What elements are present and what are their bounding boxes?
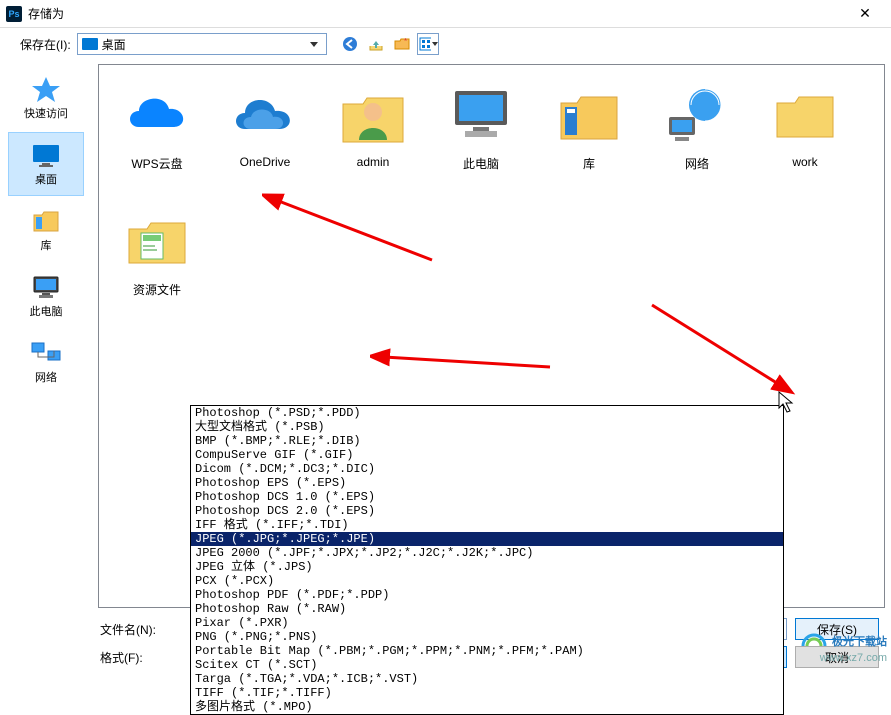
format-option[interactable]: Photoshop PDF (*.PDF;*.PDP) <box>191 588 783 602</box>
place-desktop[interactable]: 桌面 <box>8 132 84 196</box>
format-option[interactable]: Photoshop DCS 2.0 (*.EPS) <box>191 504 783 518</box>
chevron-down-icon <box>306 34 322 54</box>
places-bar: 快速访问 桌面 库 此电脑 网络 <box>0 60 92 668</box>
file-item-thispc[interactable]: 此电脑 <box>431 75 531 193</box>
lookin-value: 桌面 <box>102 36 126 53</box>
place-label: 快速访问 <box>24 105 68 121</box>
network-icon <box>661 83 733 147</box>
format-option[interactable]: JPEG 立体 (*.JPS) <box>191 560 783 574</box>
place-label: 此电脑 <box>30 303 63 319</box>
format-option[interactable]: IFF 格式 (*.IFF;*.TDI) <box>191 518 783 532</box>
file-label: WPS云盘 <box>131 155 182 172</box>
file-label: 此电脑 <box>463 155 499 172</box>
file-label: admin <box>357 155 390 169</box>
format-option[interactable]: PNG (*.PNG;*.PNS) <box>191 630 783 644</box>
file-item-onedrive[interactable]: OneDrive <box>215 75 315 193</box>
file-item-resources[interactable]: 资源文件 <box>107 201 207 319</box>
desktop-icon <box>82 38 98 50</box>
user-folder-icon <box>337 80 409 150</box>
format-option[interactable]: Targa (*.TGA;*.VDA;*.ICB;*.VST) <box>191 672 783 686</box>
folder-icon <box>769 83 841 147</box>
watermark: 极光下载站 www.xz7.com <box>799 632 887 664</box>
titlebar: Ps 存储为 ✕ <box>0 0 891 28</box>
format-option[interactable]: 大型文档格式 (*.PSB) <box>191 420 783 434</box>
format-option[interactable]: BMP (*.BMP;*.RLE;*.DIB) <box>191 434 783 448</box>
photoshop-icon: Ps <box>6 6 22 22</box>
filename-label: 文件名(N): <box>98 621 186 638</box>
format-label: 格式(F): <box>98 649 186 666</box>
format-option[interactable]: Photoshop Raw (*.RAW) <box>191 602 783 616</box>
file-label: OneDrive <box>240 155 291 169</box>
cloud-icon <box>121 87 193 143</box>
place-label: 库 <box>41 237 52 253</box>
file-item-libraries[interactable]: 库 <box>539 75 639 193</box>
format-option[interactable]: 多图片格式 (*.MPO) <box>191 700 783 714</box>
place-label: 网络 <box>35 369 57 385</box>
file-label: 资源文件 <box>133 281 181 298</box>
lookin-label: 保存在(I): <box>20 36 71 53</box>
place-libraries[interactable]: 库 <box>8 198 84 262</box>
place-network[interactable]: 网络 <box>8 330 84 394</box>
close-button[interactable]: ✕ <box>845 1 885 27</box>
onedrive-icon <box>229 87 301 143</box>
file-label: 网络 <box>685 155 709 172</box>
format-option[interactable]: JPEG (*.JPG;*.JPEG;*.JPE) <box>191 532 783 546</box>
format-option[interactable]: Scitex CT (*.SCT) <box>191 658 783 672</box>
toolbar: 保存在(I): 桌面 * <box>0 28 891 60</box>
file-item-wpscloud[interactable]: WPS云盘 <box>107 75 207 193</box>
format-option[interactable]: Photoshop DCS 1.0 (*.EPS) <box>191 490 783 504</box>
lookin-select[interactable]: 桌面 <box>77 33 327 55</box>
up-button[interactable] <box>365 33 387 55</box>
new-folder-button[interactable]: * <box>391 33 413 55</box>
format-option[interactable]: Photoshop EPS (*.EPS) <box>191 476 783 490</box>
libraries-icon <box>553 83 625 147</box>
format-option[interactable]: Pixar (*.PXR) <box>191 616 783 630</box>
computer-icon <box>445 83 517 147</box>
watermark-text: 极光下载站 <box>832 636 887 648</box>
file-item-work[interactable]: work <box>755 75 855 193</box>
format-option[interactable]: Photoshop (*.PSD;*.PDD) <box>191 406 783 420</box>
svg-text:*: * <box>404 37 407 46</box>
back-button[interactable] <box>339 33 361 55</box>
dialog-title: 存储为 <box>28 5 845 22</box>
format-option[interactable]: Dicom (*.DCM;*.DC3;*.DIC) <box>191 462 783 476</box>
format-option[interactable]: JPEG 2000 (*.JPF;*.JPX;*.JP2;*.J2C;*.J2K… <box>191 546 783 560</box>
watermark-logo-icon <box>799 632 829 652</box>
place-thispc[interactable]: 此电脑 <box>8 264 84 328</box>
format-dropdown[interactable]: Photoshop (*.PSD;*.PDD)大型文档格式 (*.PSB)BMP… <box>190 405 784 715</box>
place-quickaccess[interactable]: 快速访问 <box>8 66 84 130</box>
file-item-network[interactable]: 网络 <box>647 75 747 193</box>
views-button[interactable] <box>417 33 439 55</box>
format-option[interactable]: PCX (*.PCX) <box>191 574 783 588</box>
place-label: 桌面 <box>35 171 57 187</box>
file-label: 库 <box>583 155 595 172</box>
file-item-admin[interactable]: admin <box>323 75 423 193</box>
format-option[interactable]: CompuServe GIF (*.GIF) <box>191 448 783 462</box>
file-label: work <box>792 155 817 169</box>
format-option[interactable]: Portable Bit Map (*.PBM;*.PGM;*.PPM;*.PN… <box>191 644 783 658</box>
format-option[interactable]: TIFF (*.TIF;*.TIFF) <box>191 686 783 700</box>
watermark-url: www.xz7.com <box>820 652 887 664</box>
folder-docs-icon <box>121 209 193 273</box>
